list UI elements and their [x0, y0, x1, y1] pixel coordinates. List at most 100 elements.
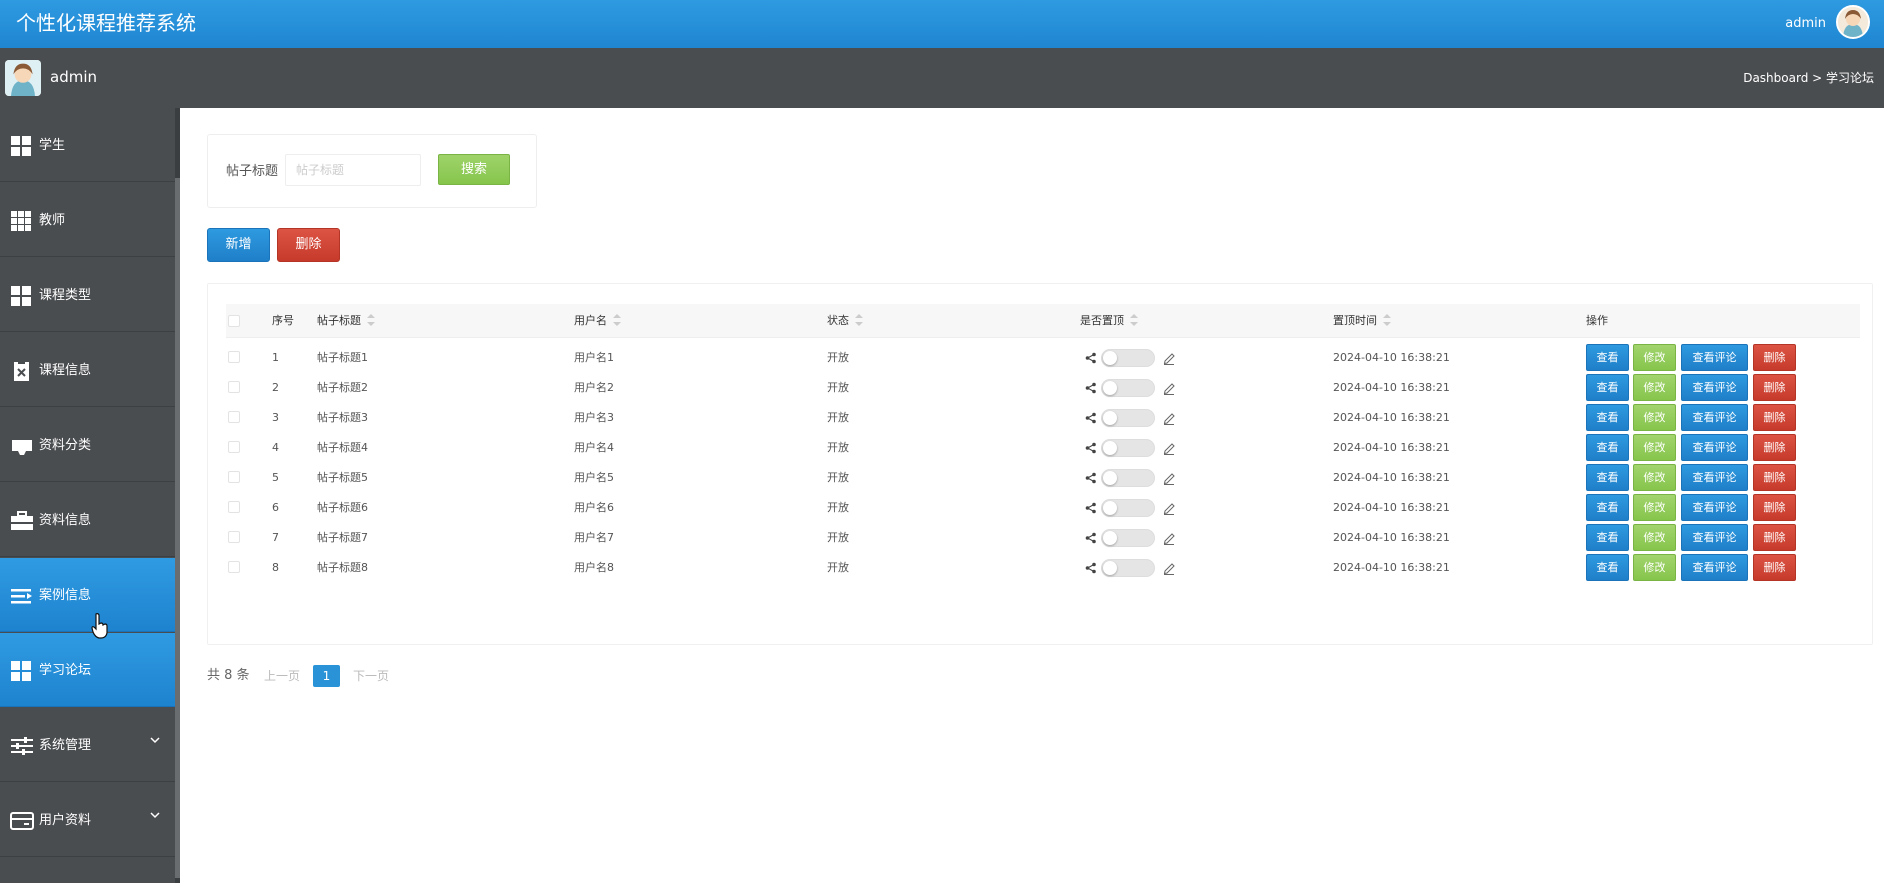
view-button[interactable]: 查看	[1586, 464, 1629, 491]
edit-button[interactable]: 修改	[1633, 554, 1676, 581]
edit-button[interactable]: 修改	[1633, 374, 1676, 401]
row-checkbox[interactable]	[228, 561, 240, 573]
user-avatar-icon	[5, 60, 41, 96]
edit-pen-icon[interactable]	[1163, 381, 1175, 395]
share-icon[interactable]	[1085, 502, 1097, 514]
sidebar-item-study-forum[interactable]: 学习论坛	[0, 633, 175, 707]
pin-toggle[interactable]	[1101, 529, 1155, 547]
edit-button[interactable]: 修改	[1633, 494, 1676, 521]
edit-pen-icon[interactable]	[1163, 531, 1175, 545]
sidebar-item-material-info[interactable]: 资料信息	[0, 483, 175, 557]
delete-button[interactable]: 删除	[1753, 434, 1796, 461]
edit-pen-icon[interactable]	[1163, 411, 1175, 425]
pin-toggle[interactable]	[1101, 559, 1155, 577]
row-checkbox[interactable]	[228, 411, 240, 423]
sort-icon[interactable]	[855, 314, 863, 326]
sidebar-item-teachers[interactable]: 教师	[0, 183, 175, 257]
pagination-current-page[interactable]: 1	[313, 665, 340, 687]
edit-button[interactable]: 修改	[1633, 434, 1676, 461]
delete-button[interactable]: 删除	[1753, 344, 1796, 371]
chevron-down-icon	[150, 812, 160, 819]
edit-button[interactable]: 修改	[1633, 404, 1676, 431]
view-button[interactable]: 查看	[1586, 554, 1629, 581]
pin-toggle[interactable]	[1101, 349, 1155, 367]
column-header-username[interactable]: 用户名	[574, 312, 621, 330]
share-icon[interactable]	[1085, 352, 1097, 364]
header-username[interactable]: admin	[1785, 14, 1826, 34]
pin-toggle[interactable]	[1101, 409, 1155, 427]
sidebar-item-course-types[interactable]: 课程类型	[0, 258, 175, 332]
edit-pen-icon[interactable]	[1163, 561, 1175, 575]
add-button[interactable]: 新增	[207, 228, 270, 262]
edit-pen-icon[interactable]	[1163, 471, 1175, 485]
view-comments-button[interactable]: 查看评论	[1681, 434, 1748, 461]
toggle-knob	[1103, 351, 1117, 365]
row-checkbox[interactable]	[228, 351, 240, 363]
delete-button[interactable]: 删除	[1753, 554, 1796, 581]
sidebar-item-material-categories[interactable]: 资料分类	[0, 408, 175, 482]
delete-button[interactable]: 删除	[1753, 374, 1796, 401]
row-checkbox[interactable]	[228, 501, 240, 513]
pin-toggle[interactable]	[1101, 379, 1155, 397]
view-button[interactable]: 查看	[1586, 344, 1629, 371]
share-icon[interactable]	[1085, 382, 1097, 394]
view-comments-button[interactable]: 查看评论	[1681, 524, 1748, 551]
sort-icon[interactable]	[1130, 314, 1138, 326]
view-button[interactable]: 查看	[1586, 404, 1629, 431]
view-comments-button[interactable]: 查看评论	[1681, 464, 1748, 491]
delete-button[interactable]: 删除	[1753, 494, 1796, 521]
sidebar-item-system-management[interactable]: 系统管理	[0, 708, 175, 782]
edit-pen-icon[interactable]	[1163, 501, 1175, 515]
view-button[interactable]: 查看	[1586, 434, 1629, 461]
column-header-status[interactable]: 状态	[827, 312, 863, 330]
sidebar-item-course-info[interactable]: 课程信息	[0, 333, 175, 407]
select-all-checkbox[interactable]	[228, 315, 240, 327]
sort-icon[interactable]	[613, 314, 621, 326]
row-checkbox[interactable]	[228, 441, 240, 453]
pin-toggle[interactable]	[1101, 439, 1155, 457]
share-icon[interactable]	[1085, 412, 1097, 424]
delete-button[interactable]: 删除	[1753, 464, 1796, 491]
column-header-title[interactable]: 帖子标题	[317, 312, 375, 330]
column-header-pin-time[interactable]: 置顶时间	[1333, 312, 1391, 330]
sidebar-item-user-profile[interactable]: 用户资料	[0, 783, 175, 857]
column-header-pinned[interactable]: 是否置顶	[1080, 312, 1138, 330]
batch-delete-button[interactable]: 删除	[277, 228, 340, 262]
view-comments-button[interactable]: 查看评论	[1681, 404, 1748, 431]
edit-pen-icon[interactable]	[1163, 441, 1175, 455]
pagination-next[interactable]: 下一页	[353, 665, 389, 687]
pin-toggle[interactable]	[1101, 499, 1155, 517]
edit-button[interactable]: 修改	[1633, 524, 1676, 551]
search-input[interactable]	[285, 154, 421, 186]
view-button[interactable]: 查看	[1586, 374, 1629, 401]
breadcrumb[interactable]: Dashboard > 学习论坛	[1743, 69, 1874, 87]
sort-icon[interactable]	[1383, 314, 1391, 326]
delete-button[interactable]: 删除	[1753, 524, 1796, 551]
row-checkbox[interactable]	[228, 531, 240, 543]
avatar-icon[interactable]	[1836, 5, 1870, 39]
share-icon[interactable]	[1085, 562, 1097, 574]
sort-icon[interactable]	[367, 314, 375, 326]
share-icon[interactable]	[1085, 472, 1097, 484]
sidebar-item-case-info[interactable]: 案例信息	[0, 558, 175, 632]
share-icon[interactable]	[1085, 442, 1097, 454]
pin-toggle[interactable]	[1101, 469, 1155, 487]
share-icon[interactable]	[1085, 532, 1097, 544]
row-checkbox[interactable]	[228, 471, 240, 483]
view-comments-button[interactable]: 查看评论	[1681, 554, 1748, 581]
edit-button[interactable]: 修改	[1633, 344, 1676, 371]
delete-button[interactable]: 删除	[1753, 404, 1796, 431]
view-comments-button[interactable]: 查看评论	[1681, 374, 1748, 401]
edit-button[interactable]: 修改	[1633, 464, 1676, 491]
view-comments-button[interactable]: 查看评论	[1681, 494, 1748, 521]
sidebar-scrollbar-thumb[interactable]	[175, 178, 180, 878]
pagination-prev[interactable]: 上一页	[264, 665, 300, 687]
edit-pen-icon[interactable]	[1163, 351, 1175, 365]
view-comments-button[interactable]: 查看评论	[1681, 344, 1748, 371]
view-button[interactable]: 查看	[1586, 494, 1629, 521]
sidebar-item-label: 课程类型	[39, 288, 92, 303]
sidebar-item-students[interactable]: 学生	[0, 108, 175, 182]
view-button[interactable]: 查看	[1586, 524, 1629, 551]
search-button[interactable]: 搜索	[438, 154, 510, 185]
row-checkbox[interactable]	[228, 381, 240, 393]
